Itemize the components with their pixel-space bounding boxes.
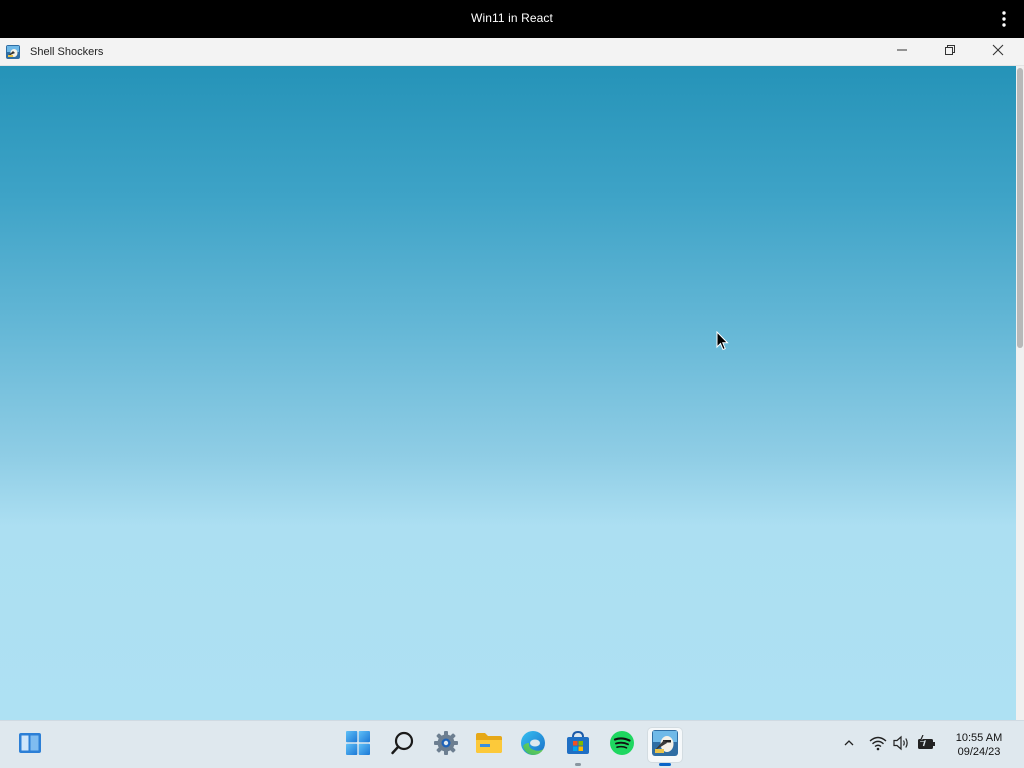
minimize-icon bbox=[896, 43, 908, 61]
shell-shockers-taskbar-button[interactable] bbox=[648, 728, 682, 766]
windows-start-icon bbox=[345, 730, 371, 761]
app-window: Shell Shockers bbox=[0, 38, 1024, 720]
search-button[interactable] bbox=[386, 728, 420, 762]
spotify-icon bbox=[609, 730, 635, 761]
minimize-button[interactable] bbox=[879, 38, 925, 66]
active-indicator bbox=[659, 763, 671, 766]
running-indicator bbox=[575, 763, 581, 766]
network-button[interactable] bbox=[868, 735, 888, 755]
widgets-icon bbox=[18, 732, 42, 759]
maximize-button[interactable] bbox=[927, 38, 973, 66]
settings-gear-icon bbox=[433, 730, 459, 761]
battery-button[interactable] bbox=[916, 734, 936, 756]
top-bar-title: Win11 in React bbox=[471, 11, 553, 25]
microsoft-store-icon bbox=[565, 730, 591, 761]
volume-icon bbox=[893, 735, 911, 756]
settings-button[interactable] bbox=[429, 728, 463, 762]
spotify-button[interactable] bbox=[605, 728, 639, 762]
taskbar-clock[interactable]: 10:55 AM 09/24/23 bbox=[942, 731, 1016, 759]
shell-shockers-icon bbox=[6, 45, 20, 59]
window-title: Shell Shockers bbox=[30, 46, 104, 58]
edge-button[interactable] bbox=[516, 728, 550, 762]
clock-time: 10:55 AM bbox=[955, 732, 1003, 744]
chevron-up-icon bbox=[843, 736, 855, 754]
top-bar: Win11 in React bbox=[0, 0, 1024, 38]
clock-date: 09/24/23 bbox=[957, 746, 1001, 758]
widgets-button[interactable] bbox=[13, 728, 47, 762]
mouse-cursor-icon bbox=[716, 330, 730, 351]
edge-browser-icon bbox=[520, 730, 546, 761]
battery-charging-icon bbox=[916, 734, 936, 756]
desktop: Win11 in React Shell Shockers 10:55 AM 0… bbox=[0, 0, 1024, 768]
game-viewport[interactable] bbox=[0, 66, 1016, 720]
file-explorer-button[interactable] bbox=[472, 728, 506, 762]
window-titlebar[interactable]: Shell Shockers bbox=[0, 38, 1024, 66]
search-icon bbox=[390, 730, 416, 761]
folder-icon bbox=[475, 731, 503, 760]
kebab-menu-icon[interactable] bbox=[994, 9, 1014, 29]
restore-icon bbox=[944, 43, 956, 61]
shell-shockers-icon bbox=[652, 729, 678, 761]
wifi-icon bbox=[869, 735, 887, 756]
start-button[interactable] bbox=[341, 728, 375, 762]
scrollbar-thumb[interactable] bbox=[1017, 68, 1023, 348]
close-button[interactable] bbox=[975, 38, 1021, 66]
close-icon bbox=[992, 43, 1004, 61]
vertical-scrollbar[interactable] bbox=[1016, 66, 1024, 720]
show-hidden-icons-button[interactable] bbox=[839, 735, 859, 755]
store-button[interactable] bbox=[561, 728, 595, 766]
taskbar: 10:55 AM 09/24/23 bbox=[0, 720, 1024, 768]
volume-button[interactable] bbox=[892, 735, 912, 755]
